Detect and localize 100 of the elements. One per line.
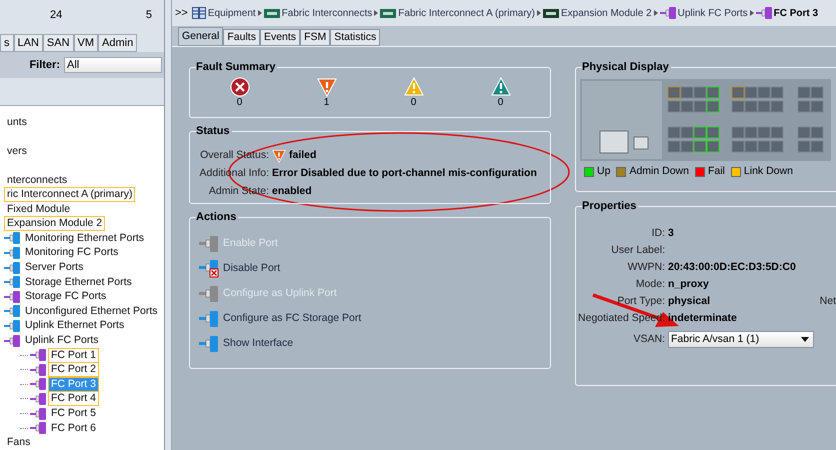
port-icon <box>756 7 772 19</box>
field-label: Mode: <box>634 276 666 292</box>
action-link[interactable]: Show Interface <box>223 336 294 352</box>
count-label: 5 <box>146 8 152 24</box>
breadcrumb-link[interactable]: Equipment <box>208 6 256 20</box>
tab[interactable]: FSM <box>300 29 330 46</box>
tree-item[interactable]: Storage Ethernet Ports <box>22 274 135 290</box>
tree-item[interactable]: unts <box>4 115 30 130</box>
action-link[interactable]: Disable Port <box>223 261 280 277</box>
port-icon <box>30 378 46 390</box>
fault-count: 0 <box>410 97 416 108</box>
chassis-icon <box>264 8 280 18</box>
field-value: Error Disabled due to port-channel mis-configuration <box>272 166 537 182</box>
nav-tab[interactable]: LAN <box>14 34 43 52</box>
tree-item[interactable]: Storage FC Ports <box>22 289 110 304</box>
tree-item[interactable]: FC Port 4 <box>48 391 99 406</box>
nav-tab[interactable]: Admin <box>98 34 138 52</box>
section-title: Physical Display <box>582 60 671 74</box>
fault-count: 1 <box>324 97 330 108</box>
tree-line <box>20 384 28 385</box>
field-value: physical <box>668 294 710 309</box>
chassis-icon <box>380 8 396 18</box>
breadcrumb-link[interactable]: Fabric Interconnects <box>282 6 372 20</box>
field-label: VSAN: <box>632 332 666 347</box>
tab[interactable]: Events <box>260 29 300 46</box>
nav-tab[interactable]: s <box>0 34 14 52</box>
field-label: User Label: <box>610 242 666 258</box>
tree-item[interactable]: FC Port 1 <box>48 348 99 363</box>
tree-item[interactable]: Server Ports <box>22 260 86 276</box>
port-icon <box>199 311 221 327</box>
rack-icon <box>192 7 206 19</box>
port-icon <box>30 422 46 434</box>
disable-port-icon <box>199 260 221 278</box>
tree-item[interactable]: Monitoring FC Ports <box>22 245 122 260</box>
separator-icon <box>750 10 754 16</box>
warning-fault-icon <box>490 77 510 97</box>
tree-item[interactable]: Fans <box>4 435 34 450</box>
field-label: Port Type: <box>616 294 666 309</box>
count-label: 24 <box>50 8 62 24</box>
breadcrumb-link[interactable]: Uplink FC Ports <box>678 6 748 20</box>
legend-label: Link Down <box>744 164 793 179</box>
nav-tab[interactable]: VM <box>74 34 98 52</box>
tree-item[interactable]: vers <box>4 144 30 159</box>
port-icon <box>4 290 20 303</box>
port-icon <box>199 336 221 352</box>
field-value: indeterminate <box>668 310 737 326</box>
splitter[interactable] <box>165 0 172 450</box>
port-icon <box>4 262 20 274</box>
tab[interactable]: Faults <box>223 29 260 46</box>
port-icon <box>4 246 20 259</box>
field-label: Net <box>820 294 836 309</box>
tree-item[interactable]: Uplink Ethernet Ports <box>22 318 128 334</box>
port-icon <box>30 364 46 376</box>
port-icon <box>30 392 46 405</box>
section-title: Fault Summary <box>196 60 278 74</box>
tree-item[interactable]: Unconfigured Ethernet Ports <box>22 304 160 319</box>
legend-label: Fail <box>708 164 725 179</box>
tree-item[interactable]: Fixed Module <box>4 202 74 217</box>
tree-item[interactable]: FC Port 6 <box>48 420 99 436</box>
action-link[interactable]: Configure as FC Storage Port <box>223 311 362 327</box>
chassis-icon <box>543 8 559 18</box>
port-icon <box>30 349 46 362</box>
dropdown-caret-icon <box>801 337 809 342</box>
breadcrumb-prefix[interactable]: >> <box>175 4 188 22</box>
tree-item[interactable]: FC Port 5 <box>48 406 99 421</box>
port-icon <box>660 7 676 19</box>
tree-item[interactable]: nterconnects <box>4 172 70 188</box>
filter-dropdown[interactable]: All <box>64 57 162 74</box>
tree-item[interactable]: Expansion Module 2 <box>4 216 106 232</box>
breadcrumb-link[interactable]: Expansion Module 2 <box>561 6 652 20</box>
port-icon <box>199 236 221 252</box>
section-title: Properties <box>582 199 638 213</box>
field-value: n_proxy <box>668 276 709 292</box>
tree-item[interactable]: Monitoring Ethernet Ports <box>22 230 148 246</box>
minor-fault-icon <box>404 77 424 97</box>
separator-icon <box>654 10 658 16</box>
port-icon <box>4 320 20 332</box>
tree-line <box>20 428 28 429</box>
tree-line <box>20 369 28 370</box>
breadcrumb-link[interactable]: Fabric Interconnect A (primary) <box>398 6 535 20</box>
port-icon <box>4 232 20 244</box>
port-icon <box>199 286 221 302</box>
major-fault-icon <box>272 149 286 163</box>
tree-item[interactable]: FC Port 2 <box>48 362 99 378</box>
port-icon <box>4 276 20 288</box>
fault-count: 0 <box>236 97 242 108</box>
port-icon <box>4 305 20 318</box>
tree-item[interactable]: Uplink FC Ports <box>22 333 102 348</box>
breadcrumb-link[interactable]: FC Port 3 <box>774 6 818 20</box>
tree-line <box>20 354 28 356</box>
field-label: ID: <box>650 226 666 241</box>
tree-item[interactable]: ric Interconnect A (primary) <box>4 187 136 202</box>
field-label: WWPN: <box>626 260 666 275</box>
critical-fault-icon <box>230 77 250 97</box>
vsan-dropdown[interactable]: Fabric A/vsan 1 (1) <box>668 331 814 348</box>
tab[interactable]: General <box>178 27 224 46</box>
fault-count: 0 <box>498 97 504 108</box>
nav-tab[interactable]: SAN <box>42 34 74 52</box>
tab[interactable]: Statistics <box>330 29 380 46</box>
legend-label: Up <box>597 164 610 179</box>
